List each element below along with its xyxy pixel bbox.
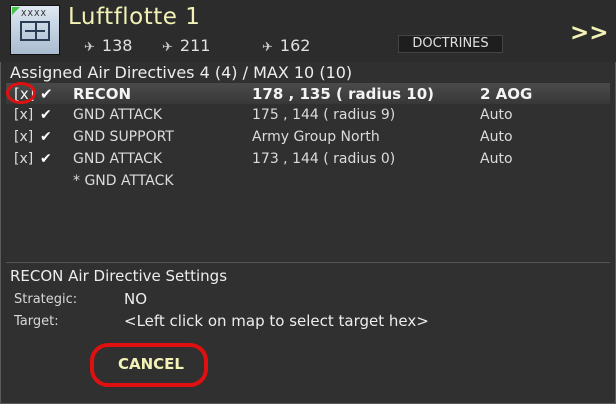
directive-toggle[interactable]: [x] [14, 151, 33, 167]
directive-mission: GND ATTACK [73, 151, 163, 167]
settings-heading: RECON Air Directive Settings [10, 267, 228, 285]
fighter-count-value: 138 [101, 36, 133, 55]
checkmark-icon[interactable]: ✔ [40, 129, 52, 145]
directive-assignment: Auto [480, 107, 513, 123]
header-bar: XXXX Luftflotte 1 ✈ 138 ✈ 211 ✈ 162 DOCTRIN… [0, 0, 616, 62]
directive-location: 173 , 144 ( radius 0) [252, 151, 396, 167]
checkmark-icon[interactable]: ✔ [40, 151, 52, 167]
directive-assignment: Auto [480, 151, 513, 167]
directive-mission: GND SUPPORT [73, 129, 174, 145]
transport-plane-icon: ✈ [262, 40, 273, 55]
directive-assignment: 2 AOG [480, 85, 533, 103]
bomber-count: ✈ 211 [162, 36, 210, 55]
bomber-plane-icon: ✈ [162, 40, 173, 55]
assigned-directives-heading: Assigned Air Directives 4 (4) / MAX 10 (… [10, 63, 353, 82]
transport-count: ✈ 162 [262, 36, 310, 55]
transport-count-value: 162 [279, 36, 311, 55]
directive-assignment: Auto [480, 129, 513, 145]
bomber-count-value: 211 [179, 36, 211, 55]
highlight-circle-cancel [90, 343, 208, 387]
directive-location: 178 , 135 ( radius 10) [252, 85, 435, 103]
unit-emblem-icon[interactable]: XXXX [10, 5, 60, 55]
checkmark-icon[interactable]: ✔ [40, 107, 52, 123]
fighter-plane-icon: ✈ [84, 40, 95, 55]
unit-size-tag: XXXX [21, 9, 47, 18]
strategic-label: Strategic: [14, 292, 78, 307]
air-unit-symbol-icon [20, 21, 50, 41]
strategic-value[interactable]: NO [124, 290, 147, 308]
pending-directive[interactable]: * GND ATTACK [73, 173, 174, 189]
checkmark-icon[interactable]: ✔ [40, 85, 53, 103]
directive-row[interactable]: [x] ✔ GND SUPPORT Army Group North Auto [0, 129, 616, 149]
directive-row[interactable]: [x] ✔ GND ATTACK 175 , 144 ( radius 9) A… [0, 107, 616, 127]
doctrines-button[interactable]: DOCTRINES [398, 35, 503, 53]
directive-row[interactable]: [x] ✔ GND ATTACK 173 , 144 ( radius 0) A… [0, 151, 616, 171]
directive-toggle[interactable]: [x] [14, 107, 33, 123]
directive-toggle[interactable]: [x] [14, 129, 33, 145]
section-divider [6, 262, 610, 263]
target-value: <Left click on map to select target hex> [124, 312, 429, 330]
next-unit-button[interactable]: >> [570, 20, 609, 46]
directive-mission: RECON [73, 85, 132, 103]
fighter-count: ✈ 138 [84, 36, 132, 55]
target-label: Target: [14, 314, 59, 329]
directive-mission: GND ATTACK [73, 107, 163, 123]
highlight-circle-toggle [6, 82, 36, 104]
directive-row[interactable]: [x] ✔ RECON 178 , 135 ( radius 10) 2 AOG [0, 85, 616, 105]
directive-location: 175 , 144 ( radius 9) [252, 107, 396, 123]
corner-marker-icon [12, 7, 20, 15]
unit-title: Luftflotte 1 [68, 4, 201, 30]
directive-location: Army Group North [252, 129, 380, 145]
